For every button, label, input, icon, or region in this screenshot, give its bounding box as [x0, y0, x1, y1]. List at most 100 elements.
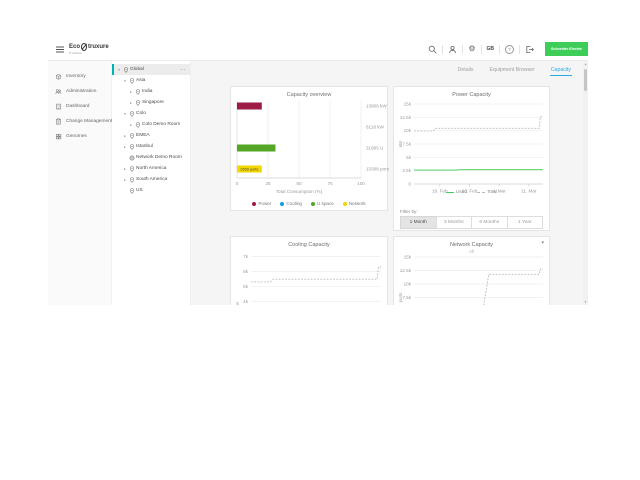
- capacity-overview-card: Capacity overview PowerCoolingU spaceNet…: [230, 86, 388, 211]
- svg-text:19. Feb: 19. Feb: [432, 189, 448, 194]
- svg-text:13308 ports: 13308 ports: [366, 167, 389, 172]
- sidebar-item-administration[interactable]: Administration: [48, 84, 111, 99]
- topbar-actions: ⚙ GB ? Schneider Electric: [428, 38, 588, 60]
- language-selector[interactable]: GB: [487, 46, 495, 52]
- tree-item-label: Network Demo Room: [136, 155, 182, 160]
- tree-item-us[interactable]: US: [112, 185, 190, 196]
- location-pin-icon: [128, 177, 136, 183]
- svg-text:0: 0: [408, 182, 411, 187]
- location-pin-icon: [134, 100, 142, 106]
- tree-item-north-america[interactable]: ▸North America: [112, 163, 190, 174]
- topbar: Ecotruxure IT Advisor ⚙ GB ?: [48, 38, 588, 61]
- tree-item-asia[interactable]: ▾Asia: [112, 75, 190, 86]
- location-pin-icon: [128, 166, 136, 172]
- svg-text:75: 75: [327, 181, 333, 186]
- svg-text:31965 U: 31965 U: [366, 146, 383, 151]
- schneider-electric-logo: Schneider Electric: [545, 42, 588, 56]
- tree-item-istanbul[interactable]: ▸Istanbul: [112, 141, 190, 152]
- main-content: Details Equipment Browser Capacity Capac…: [191, 61, 588, 305]
- tree-item-label: South America: [136, 177, 167, 182]
- cooling-capacity-plot: 7k6k5k4kkW: [231, 237, 389, 305]
- svg-text:12.5k: 12.5k: [400, 115, 412, 120]
- divider: [499, 45, 500, 54]
- search-icon[interactable]: [428, 45, 437, 54]
- tree-item-label: Global: [130, 67, 144, 72]
- sidebar-item-label: Inventory: [66, 74, 86, 79]
- brand-text: Schneider Electric: [551, 47, 582, 51]
- tree-item-colo[interactable]: ▾Colo: [112, 108, 190, 119]
- menu-icon[interactable]: [56, 46, 64, 53]
- settings-gear-icon[interactable]: ⚙: [468, 45, 475, 53]
- sidebar-item-label: Genomes: [66, 134, 87, 139]
- location-pin-icon: [128, 133, 136, 139]
- sidebar-item-dashboard[interactable]: Dashboard: [48, 99, 111, 114]
- more-options-icon[interactable]: ⋯: [180, 67, 190, 73]
- logo-subtitle: IT Advisor: [69, 52, 109, 55]
- tree-item-label: North America: [136, 166, 166, 171]
- user-icon[interactable]: [448, 45, 457, 54]
- tree-item-south-america[interactable]: ▸South America: [112, 174, 190, 185]
- logo-o-glyph: [81, 43, 87, 51]
- logo-text-eco: Eco: [69, 44, 80, 50]
- svg-text:kW: kW: [235, 301, 240, 305]
- tree-item-network-demo-room[interactable]: Network Demo Room: [112, 152, 190, 163]
- svg-text:25: 25: [265, 181, 271, 186]
- logout-icon[interactable]: [525, 45, 534, 54]
- sidebar-item-label: Dashboard: [66, 104, 89, 109]
- location-pin-icon: [134, 122, 142, 128]
- tree-item-global[interactable]: ▾Global⋯: [112, 64, 190, 75]
- scroll-up-arrow[interactable]: ▲: [583, 61, 588, 67]
- tree-item-label: Colo Demo Room: [142, 122, 180, 127]
- svg-text:26. Feb: 26. Feb: [462, 189, 478, 194]
- tree-item-label: US: [136, 188, 143, 193]
- svg-text:4k: 4k: [243, 299, 249, 304]
- network-capacity-card: Network Capacity All ▾ 15k12.5k10k7.5kpo…: [393, 236, 550, 305]
- scroll-down-arrow[interactable]: ▼: [583, 299, 588, 305]
- location-tree: ▾Global⋯▾Asia▸India▸Singapore▾Colo▸Colo …: [112, 61, 191, 305]
- help-icon[interactable]: ?: [505, 45, 514, 54]
- network-capacity-plot: 15k12.5k10k7.5kports: [394, 237, 551, 305]
- tab-details[interactable]: Details: [457, 64, 475, 76]
- capacity-overview-plot: 025507510013808 kW6118 kW31965 U2659 por…: [231, 87, 389, 212]
- svg-text:50: 50: [296, 181, 302, 186]
- svg-text:7.5k: 7.5k: [402, 142, 411, 147]
- svg-text:0: 0: [236, 181, 239, 186]
- tree-item-singapore[interactable]: ▸Singapore: [112, 97, 190, 108]
- building-icon: [55, 103, 62, 110]
- location-pin-icon: [128, 188, 136, 194]
- sidebar-item-change-management[interactable]: Change Management: [48, 114, 111, 129]
- tree-item-label: Asia: [136, 78, 145, 83]
- svg-text:ports: ports: [398, 292, 403, 303]
- ecostruxure-logo: Ecotruxure IT Advisor: [69, 43, 109, 55]
- vertical-scrollbar[interactable]: ▲ ▼: [583, 61, 588, 305]
- box-icon: [55, 73, 62, 80]
- sidebar-item-label: Administration: [66, 89, 96, 94]
- svg-text:10k: 10k: [404, 128, 412, 133]
- sidebar-item-genomes[interactable]: Genomes: [48, 129, 111, 144]
- clipboard-icon: [55, 118, 62, 125]
- location-pin-icon: [128, 111, 136, 117]
- scrollbar-thumb[interactable]: [584, 69, 587, 91]
- divider: [519, 45, 520, 54]
- tab-equipment-browser[interactable]: Equipment Browser: [489, 64, 536, 76]
- svg-text:13808 kW: 13808 kW: [366, 104, 387, 109]
- svg-text:6k: 6k: [243, 269, 249, 274]
- svg-text:kW: kW: [398, 140, 403, 147]
- svg-text:11. Mar: 11. Mar: [521, 189, 537, 194]
- tree-item-label: Istanbul: [136, 144, 153, 149]
- tab-bar: Details Equipment Browser Capacity: [457, 64, 572, 76]
- tree-item-colo-demo-room[interactable]: ▸Colo Demo Room: [112, 119, 190, 130]
- cooling-capacity-card: Cooling Capacity 7k6k5k4kkW: [230, 236, 388, 305]
- svg-text:2.5k: 2.5k: [402, 168, 411, 173]
- tab-capacity[interactable]: Capacity: [550, 64, 572, 76]
- svg-text:12.5k: 12.5k: [400, 268, 412, 273]
- svg-text:100: 100: [357, 181, 365, 186]
- svg-text:7k: 7k: [243, 254, 249, 259]
- tree-item-india[interactable]: ▸India: [112, 86, 190, 97]
- location-pin-icon: [128, 78, 136, 84]
- tree-item-emea[interactable]: ▸EMEA: [112, 130, 190, 141]
- svg-text:7.5k: 7.5k: [402, 295, 411, 300]
- svg-text:4. Mar: 4. Mar: [493, 189, 506, 194]
- divider: [442, 45, 443, 54]
- sidebar-item-inventory[interactable]: Inventory: [48, 69, 111, 84]
